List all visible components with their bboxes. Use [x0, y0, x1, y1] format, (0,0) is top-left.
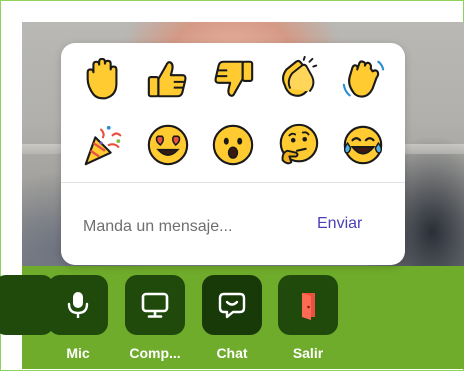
chat-icon	[218, 292, 246, 319]
reactions-popup: Enviar	[61, 43, 405, 265]
waving-hand-icon	[342, 60, 384, 98]
share-screen-button[interactable]	[125, 275, 185, 335]
surprised-face-icon	[212, 124, 254, 166]
reaction-thinking[interactable]	[265, 119, 330, 171]
toolbar-item-chat[interactable]: Chat	[200, 275, 264, 361]
reaction-waving-hand[interactable]	[330, 53, 395, 105]
reaction-surprised[interactable]	[201, 119, 266, 171]
raised-hand-icon	[87, 57, 118, 100]
reaction-tears-of-joy[interactable]	[330, 119, 395, 171]
thumbs-down-icon	[214, 60, 254, 97]
reaction-party-popper[interactable]	[71, 119, 136, 171]
reaction-raised-hand[interactable]	[71, 53, 136, 105]
toolbar-item-mic[interactable]: Mic	[46, 275, 110, 361]
reactions-grid	[71, 53, 395, 171]
heart-eyes-face-icon	[147, 124, 189, 166]
clapping-hands-icon	[281, 56, 317, 97]
thumbs-up-icon	[147, 61, 187, 98]
tears-of-joy-face-icon	[343, 125, 382, 165]
mic-label: Mic	[66, 345, 90, 361]
party-popper-icon	[85, 125, 122, 166]
popup-divider	[61, 182, 405, 183]
meeting-toolbar: Mic Comp... Chat Salir	[0, 266, 464, 369]
thinking-face-icon	[279, 123, 319, 165]
message-input[interactable]	[81, 213, 305, 241]
exit-door-icon	[302, 293, 315, 320]
exit-button[interactable]	[278, 275, 338, 335]
share-label: Comp...	[129, 345, 181, 361]
exit-label: Salir	[292, 345, 324, 361]
reaction-thumbs-up[interactable]	[136, 53, 201, 105]
send-button[interactable]: Enviar	[317, 215, 362, 233]
reaction-heart-eyes[interactable]	[136, 119, 201, 171]
chat-label: Chat	[216, 345, 248, 361]
reaction-thumbs-down[interactable]	[201, 53, 266, 105]
toolbar-item-exit[interactable]: Salir	[276, 275, 340, 361]
microphone-icon	[67, 292, 89, 318]
monitor-icon	[141, 292, 169, 318]
reaction-clapping-hands[interactable]	[265, 53, 330, 105]
mic-button[interactable]	[48, 275, 108, 335]
toolbar-item-share[interactable]: Comp...	[123, 275, 187, 361]
chat-button[interactable]	[202, 275, 262, 335]
